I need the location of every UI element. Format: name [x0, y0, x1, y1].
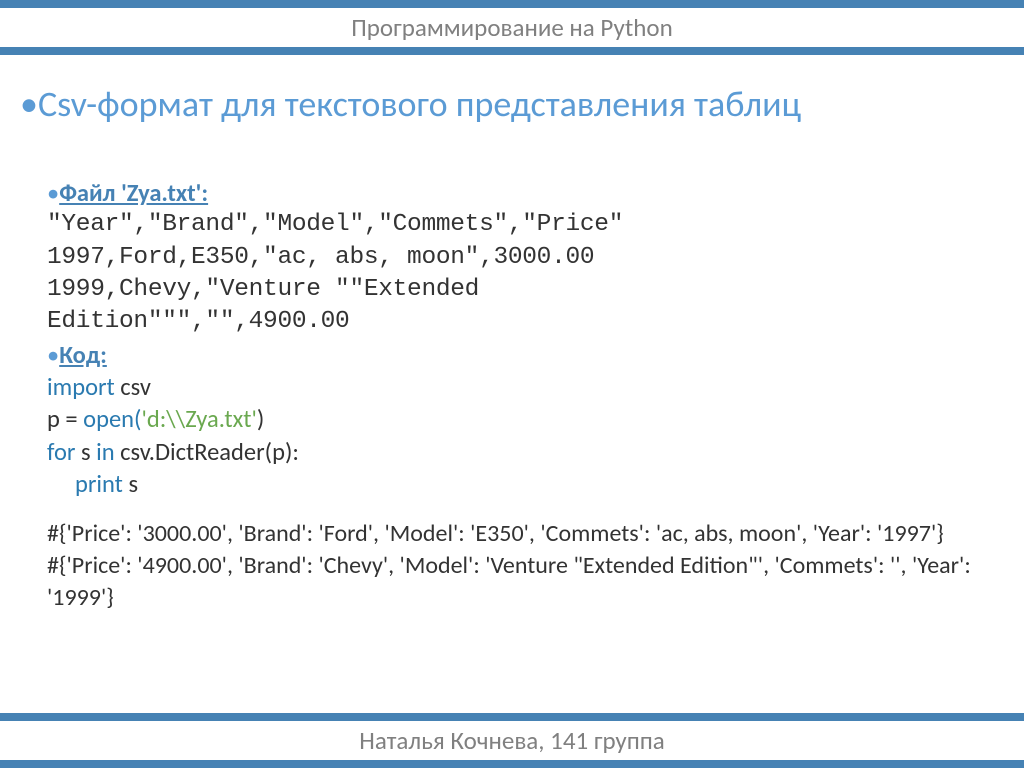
- title-text: Csv-формат для текстового представления …: [38, 82, 801, 126]
- output-line2: #{'Price': '4900.00', 'Brand': 'Chevy', …: [47, 550, 994, 613]
- code-line-open: p = open('d:\\Zya.txt'): [47, 403, 994, 435]
- open-arg: 'd:\\Zya.txt': [141, 404, 256, 434]
- code-bullet: •: [47, 340, 59, 370]
- footer-divider: [0, 713, 1024, 721]
- close-paren: ): [257, 404, 264, 434]
- code-line-for: for s in csv.DictReader(p):: [47, 436, 994, 468]
- var-p: p =: [47, 404, 83, 434]
- for-keyword: for: [47, 437, 75, 467]
- paren-close: ):: [285, 437, 299, 467]
- dictreader: csv.DictReader: [120, 437, 264, 467]
- header-title: Программирование на Python: [0, 12, 1024, 43]
- header-divider: [0, 47, 1024, 55]
- for-var: s: [75, 437, 96, 467]
- csv-content-line3: 1999,Chevy,"Venture ""Extended: [47, 274, 994, 306]
- file-label: Файл 'Zya.txt':: [59, 178, 208, 208]
- dictreader-arg: p: [272, 437, 285, 467]
- csv-content-line4: Edition""","",4900.00: [47, 306, 994, 338]
- code-section: •Код:: [47, 339, 994, 371]
- import-keyword: import: [47, 372, 115, 402]
- csv-content-line2: 1997,Ford,E350,"ac, abs, moon",3000.00: [47, 242, 994, 274]
- output-line1: #{'Price': '3000.00', 'Brand': 'Ford', '…: [47, 518, 994, 550]
- slide-title: •Csv-формат для текстового представления…: [20, 85, 1004, 125]
- code-line-print: print s: [47, 468, 994, 500]
- paren-open: (: [265, 437, 272, 467]
- title-bullet: •: [20, 82, 38, 126]
- import-module: csv: [120, 372, 151, 402]
- top-bar: [0, 0, 1024, 8]
- output-section: #{'Price': '3000.00', 'Brand': 'Ford', '…: [47, 518, 994, 613]
- in-keyword: in: [96, 437, 120, 467]
- print-arg: s: [128, 469, 138, 499]
- footer-text: Наталья Кочнева, 141 группа: [0, 725, 1024, 756]
- csv-content-line1: "Year","Brand","Model","Commets","Price": [47, 209, 994, 241]
- file-bullet: •: [47, 178, 59, 208]
- content-area: •Файл 'Zya.txt': "Year","Brand","Model",…: [47, 177, 994, 613]
- bottom-bar: [0, 760, 1024, 768]
- code-line-import: import csv: [47, 371, 994, 403]
- file-section: •Файл 'Zya.txt':: [47, 177, 994, 209]
- open-fn: open(: [83, 404, 141, 434]
- code-label: Код:: [59, 340, 107, 370]
- print-keyword: print: [75, 469, 128, 499]
